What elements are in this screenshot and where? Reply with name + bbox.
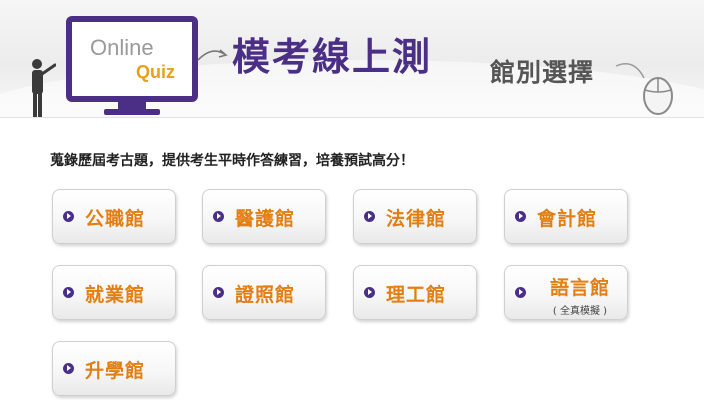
monitor-stand-base: [104, 109, 160, 115]
category-note: ( 全真模擬 ): [552, 306, 608, 317]
arrow-bullet-icon: [63, 287, 74, 298]
arrow-bullet-icon: [364, 287, 375, 298]
category-label: 法律館: [386, 208, 447, 230]
category-button-accounting[interactable]: 會計館: [504, 189, 628, 244]
category-button-engineering[interactable]: 理工館: [353, 265, 477, 320]
logo-quiz-text: Quiz: [136, 62, 175, 82]
category-label: 證照館: [235, 284, 296, 306]
category-button-further-education[interactable]: 升學館: [52, 341, 176, 396]
category-button-civil-service[interactable]: 公職館: [52, 189, 176, 244]
category-button-law[interactable]: 法律館: [353, 189, 477, 244]
category-label: 會計館: [537, 208, 598, 230]
online-quiz-monitor-logo: Online Quiz: [66, 16, 198, 102]
presenter-figure-icon: [32, 59, 56, 117]
category-button-medical[interactable]: 醫護館: [202, 189, 326, 244]
category-label: 理工館: [386, 284, 447, 306]
page-subtitle: 館別選擇: [490, 58, 595, 87]
category-label: 升學館: [85, 360, 146, 382]
arrow-bullet-icon: [213, 211, 224, 222]
intro-text: 蒐錄歷屆考古題，提供考生平時作答練習，培養預試高分！: [50, 153, 414, 169]
arrow-bullet-icon: [63, 211, 74, 222]
category-label: 就業館: [85, 284, 146, 306]
category-label: 語言館: [549, 277, 610, 299]
logo-online-text: Online: [90, 35, 154, 60]
header-banner: Online Quiz 模考線上測 館別選擇: [0, 0, 704, 118]
curved-arrow-icon: [197, 49, 228, 61]
category-label: 公職館: [85, 208, 146, 230]
arrow-bullet-icon: [213, 287, 224, 298]
category-button-employment[interactable]: 就業館: [52, 265, 176, 320]
page-title: 模考線上測: [232, 35, 433, 79]
arrow-bullet-icon: [63, 363, 74, 374]
category-button-certification[interactable]: 證照館: [202, 265, 326, 320]
arrow-bullet-icon: [515, 211, 526, 222]
category-button-language[interactable]: 語言館 ( 全真模擬 ): [504, 265, 628, 320]
computer-mouse-icon: [615, 63, 673, 115]
category-label: 醫護館: [235, 208, 296, 230]
arrow-bullet-icon: [364, 211, 375, 222]
